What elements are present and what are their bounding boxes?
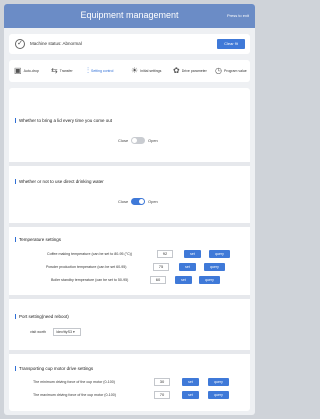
tab-initial-settings[interactable]: ☀ Initial settings: [131, 66, 161, 76]
tab-label: Program value: [223, 69, 247, 73]
machine-status-text: Machine status: Abnormal: [30, 41, 82, 46]
cup-max-force-input[interactable]: 70: [154, 391, 170, 399]
tab-label: Auto-drop: [23, 69, 39, 73]
lid-toggle-row: Close Open: [9, 136, 250, 146]
device-screen: Equipment management Press to exit ✓ Mac…: [4, 4, 255, 415]
machine-status-bar: ✓ Machine status: Abnormal Clear flt: [9, 34, 250, 54]
water-close-label: Close: [118, 199, 129, 204]
sliders-icon: ⫶: [87, 66, 89, 75]
cup-min-force-set-button[interactable]: set: [182, 378, 199, 386]
tab-label: Setting control: [91, 69, 114, 73]
cup-min-force-input[interactable]: 30: [154, 378, 170, 386]
dial-icon: ◷: [215, 66, 222, 75]
water-toggle-row: Close Open: [9, 197, 250, 207]
water-open-label: Open: [148, 199, 158, 204]
powder-temp-set-button[interactable]: set: [179, 263, 196, 271]
boiler-temp-query-button[interactable]: query: [199, 276, 220, 284]
cup-max-force-query-button[interactable]: query: [208, 391, 229, 399]
tab-bar: ▣ Auto-drop ⇆ Transfer ⫶ Setting control…: [9, 60, 250, 82]
tab-label: Drive parameter: [181, 69, 207, 73]
divider: [9, 223, 250, 227]
exit-button[interactable]: Press to exit: [227, 13, 249, 18]
box-icon: ▣: [14, 66, 22, 75]
tab-setting-control[interactable]: ⫶ Setting control: [87, 66, 113, 76]
powder-temp-input[interactable]: 75: [153, 263, 169, 271]
cup-max-force-row: The maximum driving force of the cup mot…: [9, 391, 250, 400]
cup-min-force-query-button[interactable]: query: [208, 378, 229, 386]
param-label: The maximum driving force of the cup mot…: [33, 393, 116, 397]
water-section-title: Whether or not to use direct drinking wa…: [15, 179, 104, 184]
gear-icon: ✿: [173, 66, 180, 75]
tab-drive-parameter[interactable]: ✿ Drive parameter: [173, 66, 207, 76]
boiler-temp-input[interactable]: 60: [150, 276, 166, 284]
tab-program-value[interactable]: ◷ Program value: [215, 66, 247, 76]
lid-close-label: Close: [118, 138, 129, 143]
cup-min-force-row: The minimum driving force of the cup mot…: [9, 378, 250, 387]
boiler-temp-row: Boiler standby temperature (can be set t…: [9, 276, 250, 285]
port-label: visit worth: [30, 330, 46, 334]
coffee-temp-input[interactable]: 92: [157, 250, 173, 258]
port-row: visit worth /dev/ttyS3 ▾: [9, 328, 250, 337]
tab-transfer[interactable]: ⇆ Transfer: [51, 66, 73, 76]
param-label: The minimum driving force of the cup mot…: [33, 380, 115, 384]
header-bar: Equipment management Press to exit: [4, 4, 255, 28]
divider: [9, 162, 250, 166]
tab-auto-drop[interactable]: ▣ Auto-drop: [14, 66, 39, 76]
page-title: Equipment management: [80, 10, 179, 20]
tab-label: Initial settings: [140, 69, 162, 73]
powder-temp-query-button[interactable]: query: [204, 263, 225, 271]
cup-max-force-set-button[interactable]: set: [182, 391, 199, 399]
lid-open-label: Open: [148, 138, 158, 143]
cup-motor-section-title: Transporting cup motor drive settings: [15, 366, 93, 371]
param-label: Boiler standby temperature (can be set t…: [51, 278, 129, 282]
boiler-temp-set-button[interactable]: set: [175, 276, 192, 284]
divider: [9, 295, 250, 299]
water-switch[interactable]: [131, 198, 145, 205]
settings-panel: Whether to bring a lid every time you co…: [9, 88, 250, 411]
param-label: Coffee making temperature (can be set to…: [47, 252, 133, 256]
coffee-temp-set-button[interactable]: set: [184, 250, 201, 258]
port-section-title: Port setting(need reboot): [15, 314, 69, 319]
temperature-section-title: Temperature settings: [15, 237, 61, 242]
check-icon: ✓: [15, 39, 25, 49]
coffee-temp-query-button[interactable]: query: [209, 250, 230, 258]
param-label: Powder production temperature (can be se…: [46, 265, 127, 269]
bulb-icon: ☀: [131, 66, 139, 75]
lid-section-title: Whether to bring a lid every time you co…: [15, 118, 112, 123]
clear-fault-button[interactable]: Clear flt: [217, 39, 245, 49]
powder-temp-row: Powder production temperature (can be se…: [9, 263, 250, 272]
port-select[interactable]: /dev/ttyS3 ▾: [53, 328, 81, 336]
coffee-temp-row: Coffee making temperature (can be set to…: [9, 250, 250, 259]
tab-label: Transfer: [59, 69, 73, 73]
divider: [9, 350, 250, 354]
lid-switch[interactable]: [131, 137, 145, 144]
transfer-icon: ⇆: [51, 66, 58, 75]
